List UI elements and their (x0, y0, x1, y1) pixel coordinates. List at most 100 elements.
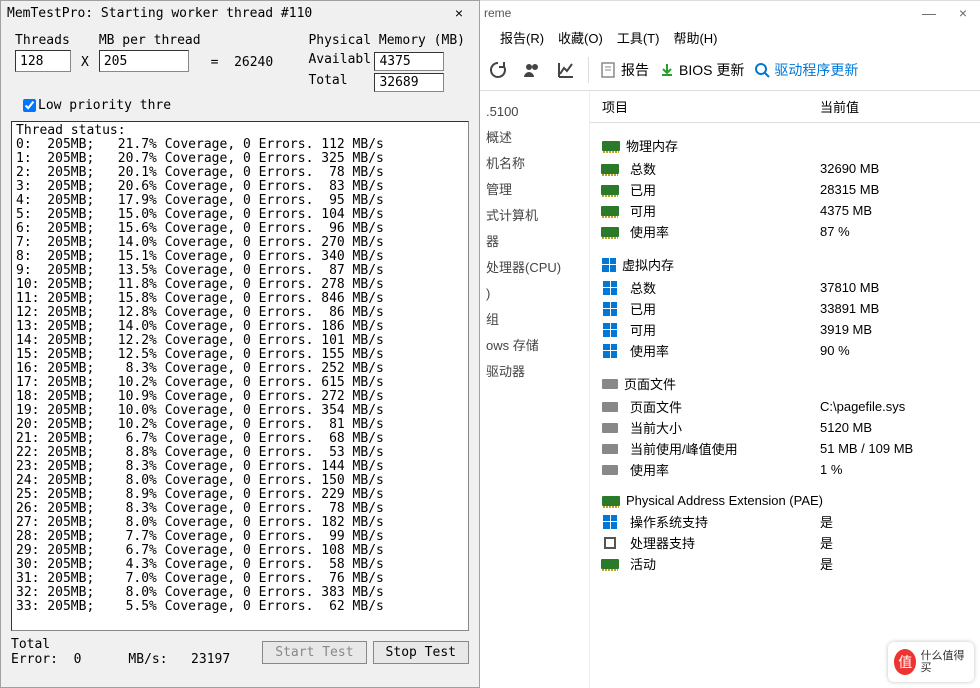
info-row[interactable]: 可用4375 MB (590, 200, 980, 221)
tree-item[interactable]: 处理器(CPU) (486, 255, 587, 281)
info-row[interactable]: 总数32690 MB (590, 158, 980, 179)
menu-item[interactable]: 帮助(H) (673, 28, 717, 47)
hdd-icon (602, 423, 618, 433)
start-test-button[interactable]: Start Test (262, 641, 366, 664)
right-titlebar[interactable]: reme — × (480, 1, 980, 25)
row-label: 可用 (630, 201, 820, 220)
info-row[interactable]: 使用率90 % (590, 340, 980, 361)
group-title: 物理内存 (590, 133, 980, 158)
download-icon (659, 62, 675, 78)
row-label: 操作系统支持 (630, 512, 820, 531)
tree-item[interactable]: 器 (486, 229, 587, 255)
driver-update-button[interactable]: 驱动程序更新 (754, 60, 858, 80)
hdd-icon (602, 465, 618, 475)
windows-icon (603, 281, 617, 295)
tree-item[interactable]: 式计算机 (486, 203, 587, 229)
info-row[interactable]: 使用率1 % (590, 459, 980, 480)
windows-icon (603, 323, 617, 337)
cpu-icon (604, 537, 616, 549)
row-label: 已用 (630, 299, 820, 318)
ram-icon (601, 164, 619, 174)
users-icon[interactable] (520, 58, 544, 82)
refresh-icon[interactable] (486, 58, 510, 82)
watermark-icon: 值 (894, 649, 916, 675)
close-icon[interactable]: × (445, 5, 473, 21)
row-label: 总数 (630, 159, 820, 178)
menu-item[interactable]: 报告(R) (500, 28, 544, 47)
report-button[interactable]: 报告 (599, 60, 649, 80)
row-value: 5120 MB (820, 420, 980, 435)
info-row[interactable]: 已用28315 MB (590, 179, 980, 200)
bios-update-button[interactable]: BIOS 更新 (659, 60, 744, 80)
row-value: 87 % (820, 224, 980, 239)
row-value: 37810 MB (820, 280, 980, 295)
close-icon[interactable]: × (946, 5, 980, 21)
right-panel: 项目 当前值 物理内存总数32690 MB已用28315 MB可用4375 MB… (590, 91, 980, 688)
total-label: Total (308, 73, 374, 92)
ram-icon (601, 559, 619, 569)
tree-item[interactable]: 管理 (486, 177, 587, 203)
total-label: Total (11, 637, 256, 652)
row-label: 已用 (630, 180, 820, 199)
bottom-row: Total Error: 0 MB/s: 23197 Start Test St… (1, 633, 479, 671)
info-row[interactable]: 操作系统支持是 (590, 511, 980, 532)
left-tree[interactable]: .5100概述机名称管理式计算机器处理器(CPU))组ows 存储驱动器 (480, 91, 590, 688)
row-value: C:\pagefile.sys (820, 399, 980, 414)
equals-label: = 26240 (201, 33, 284, 92)
low-priority-checkbox[interactable]: Low priority thre (23, 98, 171, 113)
thread-status-box[interactable]: Thread status: 0: 205MB; 21.7% Coverage,… (11, 121, 469, 631)
toolbar: 报告 BIOS 更新 驱动程序更新 (480, 49, 980, 91)
info-row[interactable]: 可用3919 MB (590, 319, 980, 340)
row-value: 51 MB / 109 MB (820, 441, 980, 456)
tree-item[interactable]: 组 (486, 307, 587, 333)
header-value: 当前值 (820, 97, 980, 116)
available-label: Availabl (308, 52, 374, 71)
hdd-icon (602, 402, 618, 412)
info-row[interactable]: 当前使用/峰值使用51 MB / 109 MB (590, 438, 980, 459)
total-value: 32689 (374, 73, 444, 92)
info-row[interactable]: 当前大小5120 MB (590, 417, 980, 438)
mb-per-thread-input[interactable] (99, 50, 189, 72)
chart-icon[interactable] (554, 58, 578, 82)
tree-item[interactable]: 概述 (486, 125, 587, 151)
tree-item[interactable]: 驱动器 (486, 359, 587, 385)
info-row[interactable]: 页面文件C:\pagefile.sys (590, 396, 980, 417)
params-row: Threads X MB per thread = 26240 Physical… (1, 25, 479, 96)
tree-item[interactable]: ows 存储 (486, 333, 587, 359)
ram-icon (601, 227, 619, 237)
threads-input[interactable] (15, 50, 71, 72)
info-row[interactable]: 处理器支持是 (590, 532, 980, 553)
available-value: 4375 (374, 52, 444, 71)
row-value: 是 (820, 554, 980, 573)
menu-item[interactable]: 收藏(O) (558, 28, 603, 47)
row-value: 4375 MB (820, 203, 980, 218)
row-label: 活动 (630, 554, 820, 573)
minimize-icon[interactable]: — (912, 5, 946, 21)
tree-item[interactable]: .5100 (486, 99, 587, 125)
menu-item[interactable]: 工具(T) (617, 28, 660, 47)
row-label: 使用率 (630, 341, 820, 360)
info-row[interactable]: 活动是 (590, 553, 980, 574)
window-title: MemTestPro: Starting worker thread #110 (7, 6, 445, 21)
stop-test-button[interactable]: Stop Test (373, 641, 469, 664)
menu-bar: 报告(R) 收藏(O) 工具(T) 帮助(H) (480, 25, 980, 49)
info-row[interactable]: 总数37810 MB (590, 277, 980, 298)
ram-icon (602, 496, 620, 506)
search-icon (754, 62, 770, 78)
group-title: 页面文件 (590, 371, 980, 396)
x-separator: X (71, 33, 99, 92)
row-label: 可用 (630, 320, 820, 339)
info-row[interactable]: 使用率87 % (590, 221, 980, 242)
row-label: 总数 (630, 278, 820, 297)
tree-item[interactable]: ) (486, 281, 587, 307)
tree-item[interactable]: 机名称 (486, 151, 587, 177)
memtest-window: MemTestPro: Starting worker thread #110 … (0, 0, 480, 688)
windows-icon (603, 515, 617, 529)
group-title: 虚拟内存 (590, 252, 980, 277)
hdd-icon (602, 444, 618, 454)
threads-label: Threads (15, 33, 71, 48)
titlebar[interactable]: MemTestPro: Starting worker thread #110 … (1, 1, 479, 25)
ram-icon (601, 206, 619, 216)
info-row[interactable]: 已用33891 MB (590, 298, 980, 319)
row-value: 1 % (820, 462, 980, 477)
